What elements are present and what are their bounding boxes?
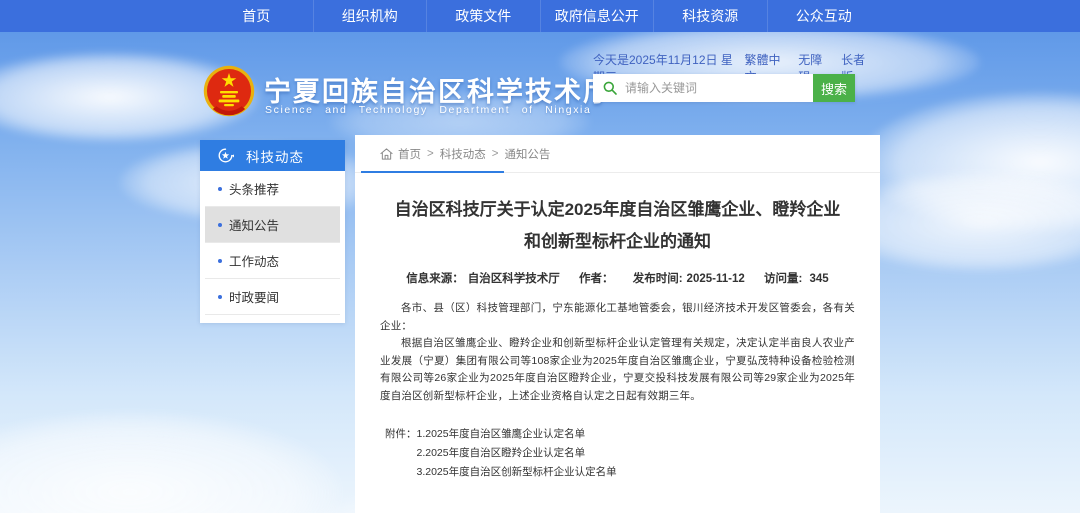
views-count: 345 xyxy=(810,273,829,285)
breadcrumb-home[interactable]: 首页 xyxy=(398,146,421,162)
nav-item-gov-info[interactable]: 政府信息公开 xyxy=(540,0,654,32)
nav-item-policy[interactable]: 政策文件 xyxy=(426,0,540,32)
attachment-link-3[interactable]: 3.2025年度自治区创新型标杆企业认定名单 xyxy=(417,463,617,482)
article-meta: 信息来源： 自治区科学技术厅 作者： 发布时间: 2025-11-12 访问量: 3… xyxy=(355,270,880,286)
attachments-label: 附件： xyxy=(385,425,417,482)
bullet-dot-icon xyxy=(218,295,222,299)
nav-item-organization[interactable]: 组织机构 xyxy=(313,0,427,32)
bullet-dot-icon xyxy=(218,223,222,227)
source-label: 信息来源： xyxy=(406,273,464,285)
home-icon xyxy=(380,148,393,160)
breadcrumb: 首页 > 科技动态 > 通知公告 xyxy=(355,135,880,173)
breadcrumb-sci-trends[interactable]: 科技动态 xyxy=(440,146,486,162)
publish-label: 发布时间: xyxy=(633,273,683,285)
attachment-link-2[interactable]: 2.2025年度自治区瞪羚企业认定名单 xyxy=(417,444,617,463)
bullet-dot-icon xyxy=(218,187,222,191)
site-subtitle-english: Science and Technology Department of Nin… xyxy=(265,104,591,116)
circular-star-icon xyxy=(217,147,234,164)
article-title-line2: 和创新型标杆企业的通知 xyxy=(355,226,880,258)
attachments-list: 1.2025年度自治区雏鹰企业认定名单 2.2025年度自治区瞪羚企业认定名单 … xyxy=(417,425,617,482)
sidebar-item-current-politics[interactable]: 时政要闻 xyxy=(205,279,340,315)
page: 首页 组织机构 政策文件 政府信息公开 科技资源 公众互动 宁夏回族自治区科学技… xyxy=(0,0,1080,513)
sidebar: 科技动态 头条推荐 通知公告 工作动态 时政要闻 xyxy=(200,140,345,323)
author-label: 作者： xyxy=(579,273,614,285)
article-title: 自治区科技厅关于认定2025年度自治区雏鹰企业、瞪羚企业 和创新型标杆企业的通知 xyxy=(355,194,880,258)
bullet-dot-icon xyxy=(218,259,222,263)
search-button[interactable]: 搜索 xyxy=(813,74,855,102)
views-label: 访问量: xyxy=(764,273,802,285)
search-input[interactable] xyxy=(625,74,813,102)
sidebar-header: 科技动态 xyxy=(200,140,345,171)
top-nav-items: 首页 组织机构 政策文件 政府信息公开 科技资源 公众互动 xyxy=(200,0,880,32)
sidebar-item-label: 通知公告 xyxy=(229,215,279,234)
sidebar-item-headlines[interactable]: 头条推荐 xyxy=(205,171,340,207)
top-nav-bar: 首页 组织机构 政策文件 政府信息公开 科技资源 公众互动 xyxy=(0,0,1080,32)
publish-date: 2025-11-12 xyxy=(687,273,745,285)
breadcrumb-underline xyxy=(361,171,504,173)
nav-item-home[interactable]: 首页 xyxy=(200,0,313,32)
attachments-block: 附件： 1.2025年度自治区雏鹰企业认定名单 2.2025年度自治区瞪羚企业认… xyxy=(385,425,855,482)
breadcrumb-notices[interactable]: 通知公告 xyxy=(504,146,550,162)
national-emblem-logo xyxy=(202,63,256,119)
nav-item-public-interaction[interactable]: 公众互动 xyxy=(767,0,881,32)
article-paragraph: 各市、县（区）科技管理部门，宁东能源化工基地管委会，银川经济技术开发区管委会，各… xyxy=(380,300,855,335)
search-bar: 搜索 xyxy=(593,74,855,102)
breadcrumb-separator: > xyxy=(427,148,434,160)
nav-item-sci-resources[interactable]: 科技资源 xyxy=(653,0,767,32)
sidebar-item-label: 头条推荐 xyxy=(229,179,279,198)
sidebar-item-label: 工作动态 xyxy=(229,251,279,270)
sidebar-item-notices[interactable]: 通知公告 xyxy=(205,207,340,243)
sidebar-item-label: 时政要闻 xyxy=(229,287,279,306)
sidebar-item-work-trends[interactable]: 工作动态 xyxy=(205,243,340,279)
cloud xyxy=(0,412,340,513)
content-panel: 首页 > 科技动态 > 通知公告 自治区科技厅关于认定2025年度自治区雏鹰企业… xyxy=(355,135,880,513)
article-paragraph: 根据自治区雏鹰企业、瞪羚企业和创新型标杆企业认定管理有关规定，决定认定半亩良人农… xyxy=(380,335,855,405)
article-title-line1: 自治区科技厅关于认定2025年度自治区雏鹰企业、瞪羚企业 xyxy=(355,194,880,226)
breadcrumb-separator: > xyxy=(492,148,499,160)
sidebar-title: 科技动态 xyxy=(246,146,304,166)
source-value: 自治区科学技术厅 xyxy=(468,273,560,285)
search-icon xyxy=(602,80,618,96)
attachment-link-1[interactable]: 1.2025年度自治区雏鹰企业认定名单 xyxy=(417,425,617,444)
article-body: 各市、县（区）科技管理部门，宁东能源化工基地管委会，银川经济技术开发区管委会，各… xyxy=(380,300,855,405)
